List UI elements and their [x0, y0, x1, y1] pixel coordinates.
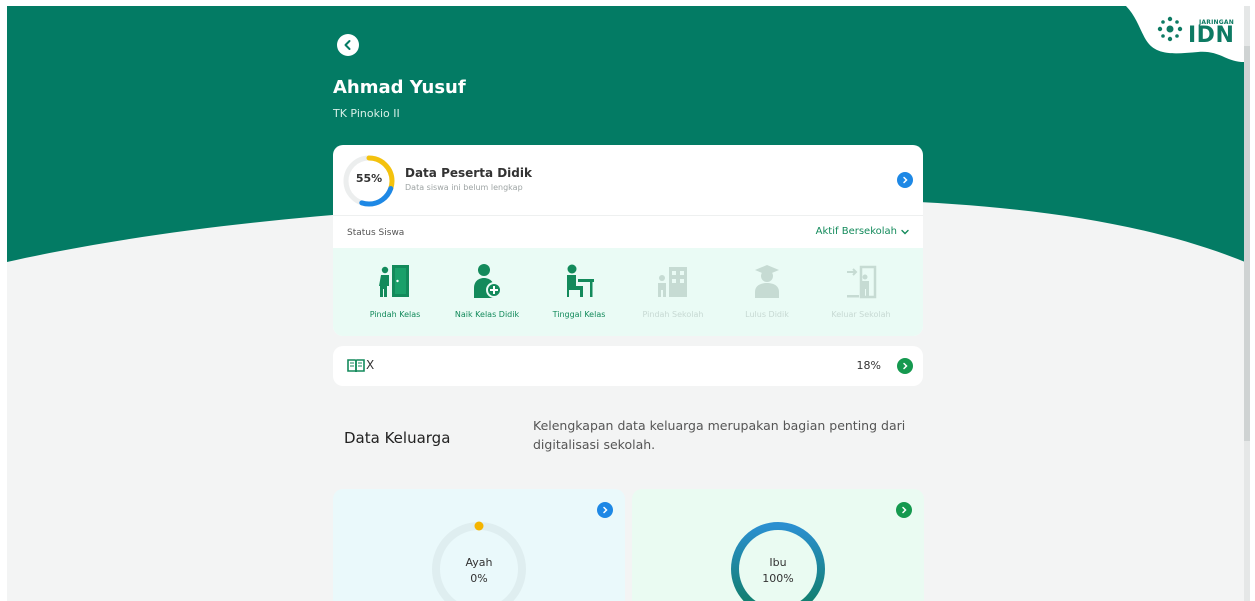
status-dropdown[interactable]: Aktif Bersekolah — [816, 226, 909, 237]
class-label: X — [366, 358, 375, 372]
scrollbar-thumb[interactable] — [1244, 46, 1250, 441]
sparkle-logo-icon — [1157, 16, 1183, 42]
action-label: Pindah Sekolah — [642, 310, 704, 319]
family-section-description: Kelengkapan data keluarga merupakan bagi… — [533, 418, 906, 452]
action-label: Keluar Sekolah — [831, 310, 891, 319]
student-name: Ahmad Yusuf — [333, 77, 466, 98]
student-data-subtitle: Data siswa ini belum lengkap — [405, 183, 523, 192]
action-naik-kelas[interactable]: Naik Kelas Didik — [441, 262, 533, 319]
app-frame: JARINGAN IDN Ahmad Yusuf TK Pinokio II 5… — [7, 6, 1250, 601]
action-pindah-sekolah[interactable]: Pindah Sekolah — [627, 262, 719, 319]
action-label: Lulus Didik — [745, 310, 789, 319]
action-label: Naik Kelas Didik — [454, 310, 520, 319]
action-label: Tinggal Kelas — [552, 310, 606, 319]
mother-ring-text: Ibu 100% — [728, 555, 828, 587]
action-lulus-didik[interactable]: Lulus Didik — [721, 262, 813, 319]
father-percent: 0% — [470, 572, 488, 585]
mother-card[interactable]: Ibu 100% — [632, 489, 924, 601]
student-actions: Pindah Kelas Naik Kelas Didik Tinggal Ke… — [333, 248, 923, 336]
class-progress-card[interactable]: X 18% — [333, 346, 923, 386]
father-open-button[interactable] — [597, 502, 613, 518]
stay-class-icon — [567, 264, 594, 297]
family-section-title: Data Keluarga — [344, 429, 451, 447]
action-tinggal-kelas[interactable]: Tinggal Kelas — [533, 262, 625, 319]
status-value: Aktif Bersekolah — [815, 226, 897, 237]
chevron-left-icon — [344, 40, 351, 50]
chevron-right-icon — [903, 362, 908, 370]
mother-percent: 100% — [762, 572, 794, 585]
back-button[interactable] — [337, 34, 359, 56]
student-data-card: 55% Data Peserta Didik Data siswa ini be… — [333, 145, 923, 336]
mother-label: Ibu — [769, 556, 787, 569]
logo-text: IDN — [1188, 23, 1235, 48]
class-open-button[interactable] — [897, 358, 913, 374]
action-keluar-sekolah[interactable]: Keluar Sekolah — [815, 262, 907, 319]
move-school-icon — [658, 267, 687, 297]
graduate-icon — [755, 265, 779, 298]
action-label: Pindah Kelas — [369, 310, 421, 319]
father-card[interactable]: Ayah 0% — [333, 489, 625, 601]
chevron-right-icon — [903, 176, 908, 184]
class-percent: 18% — [856, 359, 881, 372]
chevron-right-icon — [603, 506, 608, 514]
completion-percent: 55% — [355, 172, 383, 185]
chevron-down-icon — [901, 229, 909, 234]
student-data-title: Data Peserta Didik — [405, 166, 532, 180]
father-ring-text: Ayah 0% — [429, 555, 529, 587]
mother-open-button[interactable] — [896, 502, 912, 518]
school-name: TK Pinokio II — [333, 107, 400, 120]
exit-school-icon — [847, 265, 877, 299]
action-pindah-kelas[interactable]: Pindah Kelas — [349, 262, 441, 319]
card-divider — [333, 215, 923, 216]
father-label: Ayah — [465, 556, 493, 569]
student-data-open-button[interactable] — [897, 172, 913, 188]
status-label: Status Siswa — [347, 228, 405, 238]
move-class-icon — [379, 265, 409, 297]
chevron-right-icon — [902, 506, 907, 514]
book-icon — [347, 359, 365, 373]
page-scrollbar[interactable] — [1244, 6, 1250, 601]
promote-student-icon — [474, 264, 502, 298]
